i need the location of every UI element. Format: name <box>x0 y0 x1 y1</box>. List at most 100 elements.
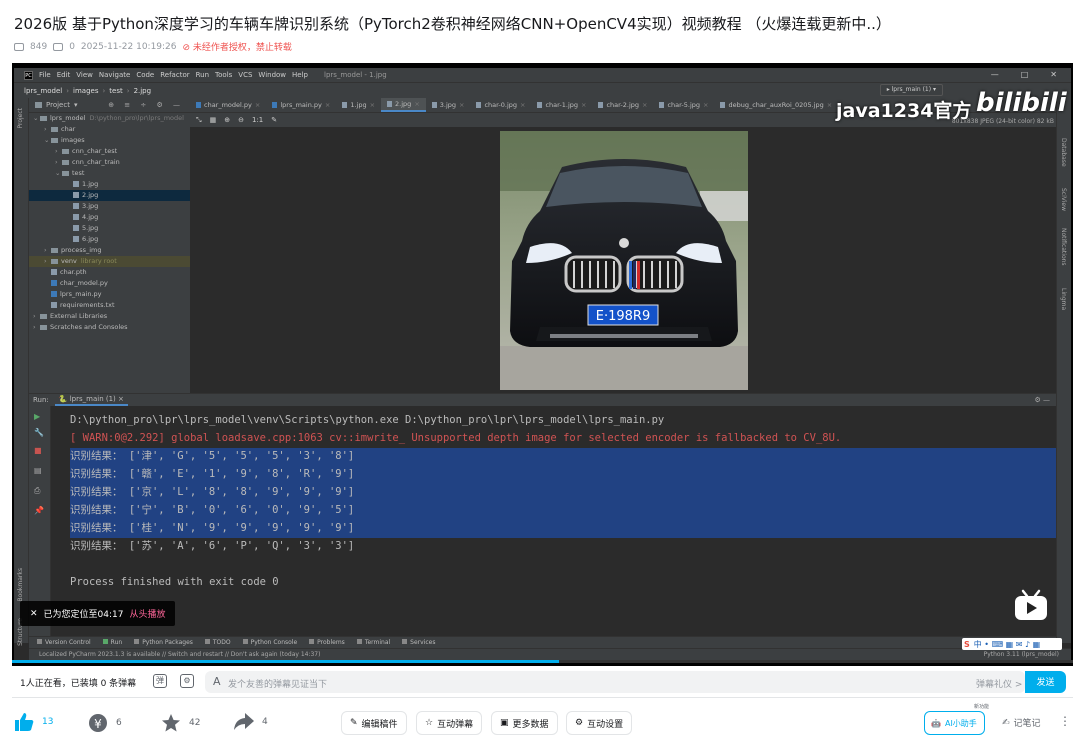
run-config-select[interactable]: ▸ lprs_main (1) ▾ <box>879 84 943 96</box>
maximize-icon[interactable]: □ <box>1021 70 1029 79</box>
take-notes-button[interactable]: ✍ 记笔记 <box>1002 716 1041 730</box>
pin-icon[interactable]: 📌 <box>34 506 44 515</box>
chevron-right-icon[interactable]: › <box>44 124 51 135</box>
play-from-start-link[interactable]: 从头播放 <box>129 607 165 620</box>
tree-item[interactable]: › char <box>29 124 190 135</box>
editor-tab[interactable]: 3.jpg × <box>426 98 471 112</box>
editor-tab[interactable]: debug_char_auxRoi_0205.jpg × <box>714 98 838 112</box>
coin-button[interactable]: ¥ 6 <box>88 713 122 733</box>
project-panel-title[interactable]: Project <box>46 101 70 109</box>
close-icon[interactable]: ✕ <box>1050 70 1057 79</box>
tree-item[interactable]: ⌄ lprs_model D:\python_pro\lpr\lprs_model <box>29 113 190 124</box>
danmaku-input[interactable] <box>205 671 1025 693</box>
tab-run[interactable]: Run <box>102 639 122 646</box>
run-tab[interactable]: 🐍 lprs_main (1) × <box>54 394 128 406</box>
chevron-right-icon[interactable]: › <box>55 157 62 168</box>
tree-item[interactable]: 1.jpg <box>29 179 190 190</box>
close-tab-icon[interactable]: × <box>703 98 708 112</box>
color-picker-icon[interactable]: ✎ <box>271 116 277 124</box>
chevron-right-icon[interactable]: › <box>44 256 51 267</box>
breadcrumb-item[interactable]: lprs_model <box>24 87 62 95</box>
favorite-button[interactable]: 42 <box>161 713 200 733</box>
menu-code[interactable]: Code <box>136 71 154 79</box>
danmaku-settings-icon[interactable]: ⚙ <box>180 674 194 688</box>
fit-icon[interactable]: ⤡ <box>196 116 202 125</box>
share-button[interactable]: 4 <box>234 713 268 731</box>
tab-python-packages[interactable]: Python Packages <box>134 639 193 646</box>
tab-services[interactable]: Services <box>402 639 435 646</box>
wrench-icon[interactable]: 🔧 <box>34 428 44 437</box>
tree-item[interactable]: ⌄ test <box>29 168 190 179</box>
strip-project[interactable]: Project <box>17 108 24 129</box>
chevron-down-icon[interactable]: ⌄ <box>33 113 40 124</box>
interpreter-status[interactable]: Python 3.11 (lprs_model) <box>984 649 1059 660</box>
tree-item[interactable]: › cnn_char_test <box>29 146 190 157</box>
menu-view[interactable]: View <box>76 71 93 79</box>
project-panel-tools[interactable]: ⊕ ≡ ÷ ⚙ — <box>108 101 184 109</box>
ime-toolbar[interactable]: S 中 • ⌨ ▦ ✉ ♪ ▦ <box>962 638 1062 650</box>
breadcrumb-item[interactable]: test <box>109 87 122 95</box>
breadcrumb-item[interactable]: 2.jpg <box>134 87 152 95</box>
grid-icon[interactable]: ▦ <box>210 116 217 124</box>
menu-vcs[interactable]: VCS <box>238 71 252 79</box>
danmaku-etiquette-link[interactable]: 弹幕礼仪 > <box>976 677 1022 690</box>
strip-notifications[interactable]: Notifications <box>1060 228 1067 266</box>
editor-tab[interactable]: char-5.jpg × <box>653 98 714 112</box>
close-tab-icon[interactable]: × <box>414 98 419 111</box>
more-options-icon[interactable]: ⋮ <box>1059 714 1071 728</box>
tree-item[interactable]: requirements.txt <box>29 300 190 311</box>
tree-item[interactable]: lprs_main.py <box>29 289 190 300</box>
chevron-right-icon[interactable]: › <box>44 245 51 256</box>
send-danmaku-button[interactable]: 发送 <box>1025 671 1066 693</box>
tree-item[interactable]: 5.jpg <box>29 223 190 234</box>
editor-tab[interactable]: char-2.jpg × <box>592 98 653 112</box>
close-tab-icon[interactable]: × <box>325 98 330 112</box>
editor-tab[interactable]: char-0.jpg × <box>470 98 531 112</box>
interactive-danmaku-button[interactable]: ☆ 互动弹幕 <box>416 711 483 735</box>
close-tab-icon[interactable]: × <box>459 98 464 112</box>
chevron-right-icon[interactable]: › <box>55 146 62 157</box>
actual-size-button[interactable]: 1:1 <box>252 116 263 124</box>
menu-refactor[interactable]: Refactor <box>160 71 189 79</box>
danmaku-style-icon[interactable]: A <box>213 675 221 688</box>
close-tab-icon[interactable]: × <box>520 98 525 112</box>
zoom-out-icon[interactable]: ⊖ <box>238 116 244 124</box>
stop-icon[interactable]: ■ <box>34 446 42 455</box>
tree-item[interactable]: › venv library root <box>29 256 190 267</box>
menu-edit[interactable]: Edit <box>57 71 71 79</box>
tree-item[interactable]: char_model.py <box>29 278 190 289</box>
close-tab-icon[interactable]: × <box>827 98 832 112</box>
strip-sciview[interactable]: SciView <box>1060 188 1067 211</box>
chevron-right-icon[interactable]: › <box>33 322 40 333</box>
minimize-icon[interactable]: — <box>991 70 999 79</box>
menu-run[interactable]: Run <box>196 71 209 79</box>
tab-problems[interactable]: Problems <box>309 639 345 646</box>
close-tab-icon[interactable]: × <box>581 98 586 112</box>
menu-tools[interactable]: Tools <box>215 71 232 79</box>
tree-item[interactable]: 6.jpg <box>29 234 190 245</box>
tree-item[interactable]: ⌄ images <box>29 135 190 146</box>
breadcrumb-item[interactable]: images <box>73 87 98 95</box>
strip-database[interactable]: Database <box>1060 138 1067 167</box>
more-data-button[interactable]: ▣ 更多数据 <box>491 711 558 735</box>
strip-lingma[interactable]: Lingma <box>1060 288 1067 310</box>
run-console[interactable]: D:\python_pro\lpr\lprs_model\venv\Script… <box>51 406 1056 643</box>
edit-video-button[interactable]: ✎ 编辑稿件 <box>341 711 407 735</box>
tree-item[interactable]: char.pth <box>29 267 190 278</box>
run-panel-settings-icon[interactable]: ⚙ — <box>1034 396 1050 404</box>
menu-file[interactable]: File <box>39 71 51 79</box>
close-tab-icon[interactable]: × <box>255 98 260 112</box>
tab-terminal[interactable]: Terminal <box>356 639 390 646</box>
close-tab-icon[interactable]: × <box>370 98 375 112</box>
close-toast-icon[interactable]: ✕ <box>30 609 38 619</box>
ai-helper-button[interactable]: 🤖 AI小助手 <box>924 711 985 735</box>
editor-tab[interactable]: 2.jpg × <box>381 98 426 112</box>
tab-version-control[interactable]: Version Control <box>37 639 91 646</box>
tree-item[interactable]: 3.jpg <box>29 201 190 212</box>
interaction-settings-button[interactable]: ⚙ 互动设置 <box>566 711 633 735</box>
rerun-icon[interactable]: ▶ <box>34 412 40 421</box>
tree-item[interactable]: › Scratches and Consoles <box>29 322 190 333</box>
zoom-in-icon[interactable]: ⊕ <box>224 116 230 124</box>
tree-item[interactable]: 2.jpg <box>29 190 190 201</box>
status-message[interactable]: Localized PyCharm 2023.1.3 is available … <box>39 651 320 658</box>
